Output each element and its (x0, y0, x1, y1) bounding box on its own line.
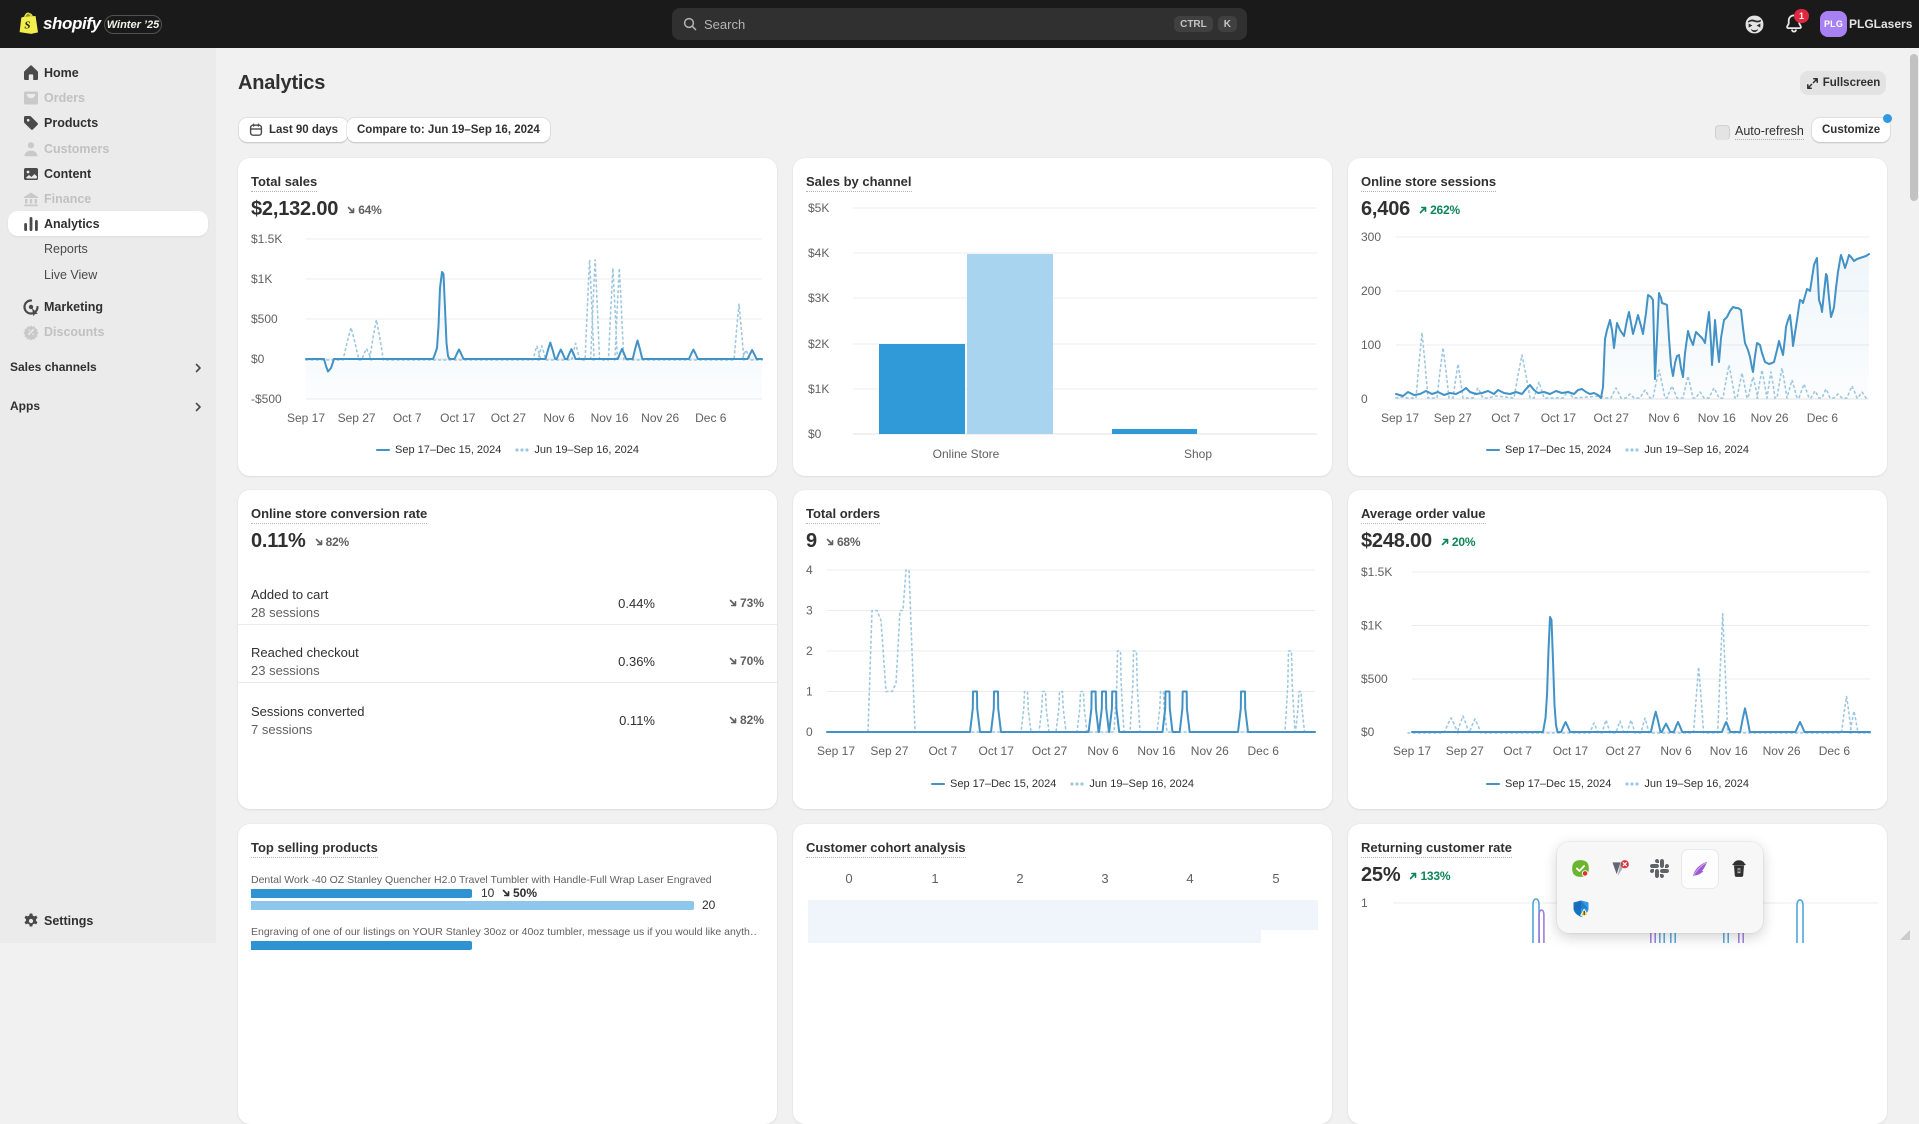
svg-text:-$500: -$500 (251, 392, 282, 406)
svg-text:Oct 7: Oct 7 (1491, 411, 1520, 425)
svg-text:Oct 17: Oct 17 (1541, 411, 1577, 425)
svg-text:Nov 6: Nov 6 (1648, 411, 1680, 425)
svg-text:Oct 7: Oct 7 (1503, 744, 1532, 758)
svg-text:Sep 27: Sep 27 (1446, 744, 1484, 758)
svg-text:Sep 17: Sep 17 (1381, 411, 1419, 425)
svg-text:Sep 27: Sep 27 (338, 411, 376, 425)
svg-text:Oct 27: Oct 27 (1594, 411, 1630, 425)
svg-text:Oct 7: Oct 7 (393, 411, 422, 425)
svg-text:$0: $0 (251, 352, 265, 366)
svg-text:200: 200 (1361, 284, 1381, 298)
svg-text:Nov 26: Nov 26 (641, 411, 679, 425)
svg-text:$1.5K: $1.5K (1361, 565, 1392, 579)
svg-text:Sep 17: Sep 17 (817, 744, 855, 758)
svg-text:$3K: $3K (808, 291, 829, 305)
svg-text:Online Store: Online Store (933, 447, 1000, 461)
svg-text:Sep 17: Sep 17 (1393, 744, 1431, 758)
svg-text:Nov 16: Nov 16 (1698, 411, 1736, 425)
svg-text:Nov 16: Nov 16 (591, 411, 629, 425)
svg-text:$5K: $5K (808, 201, 829, 215)
svg-text:$0: $0 (1361, 725, 1375, 739)
svg-text:Dec 6: Dec 6 (1807, 411, 1839, 425)
svg-text:0: 0 (806, 725, 813, 739)
svg-text:$1K: $1K (808, 382, 829, 396)
svg-text:Oct 17: Oct 17 (979, 744, 1015, 758)
svg-text:Nov 6: Nov 6 (1087, 744, 1119, 758)
svg-text:Oct 17: Oct 17 (1553, 744, 1589, 758)
svg-text:Oct 27: Oct 27 (1032, 744, 1068, 758)
svg-text:$500: $500 (251, 312, 278, 326)
svg-text:Nov 16: Nov 16 (1137, 744, 1175, 758)
svg-text:3: 3 (806, 604, 813, 618)
svg-text:S: S (24, 20, 30, 32)
svg-text:Oct 27: Oct 27 (491, 411, 527, 425)
svg-text:Nov 26: Nov 26 (1751, 411, 1789, 425)
svg-text:$2K: $2K (808, 337, 829, 351)
svg-text:Nov 16: Nov 16 (1710, 744, 1748, 758)
svg-text:Sep 27: Sep 27 (1434, 411, 1472, 425)
svg-text:1: 1 (806, 685, 813, 699)
svg-text:$1K: $1K (251, 272, 272, 286)
svg-text:100: 100 (1361, 338, 1381, 352)
svg-text:Sep 17: Sep 17 (287, 411, 325, 425)
svg-text:$1.5K: $1.5K (251, 232, 282, 246)
svg-text:Dec 6: Dec 6 (695, 411, 727, 425)
svg-text:$500: $500 (1361, 672, 1388, 686)
svg-text:Oct 27: Oct 27 (1606, 744, 1642, 758)
svg-text:2: 2 (806, 644, 813, 658)
svg-text:Sep 27: Sep 27 (870, 744, 908, 758)
svg-text:$4K: $4K (808, 246, 829, 260)
svg-text:$0: $0 (808, 427, 822, 441)
svg-text:Nov 6: Nov 6 (1660, 744, 1692, 758)
svg-text:Nov 6: Nov 6 (543, 411, 575, 425)
svg-text:Oct 17: Oct 17 (440, 411, 476, 425)
svg-text:1: 1 (1361, 896, 1368, 910)
svg-text:300: 300 (1361, 230, 1381, 244)
svg-text:0: 0 (1361, 392, 1368, 406)
svg-text:Oct 7: Oct 7 (928, 744, 957, 758)
svg-text:Shop: Shop (1184, 447, 1212, 461)
svg-text:$1K: $1K (1361, 619, 1382, 633)
svg-text:Dec 6: Dec 6 (1248, 744, 1280, 758)
svg-text:4: 4 (806, 563, 813, 577)
svg-text:Nov 26: Nov 26 (1763, 744, 1801, 758)
svg-text:Dec 6: Dec 6 (1819, 744, 1851, 758)
svg-text:Nov 26: Nov 26 (1191, 744, 1229, 758)
